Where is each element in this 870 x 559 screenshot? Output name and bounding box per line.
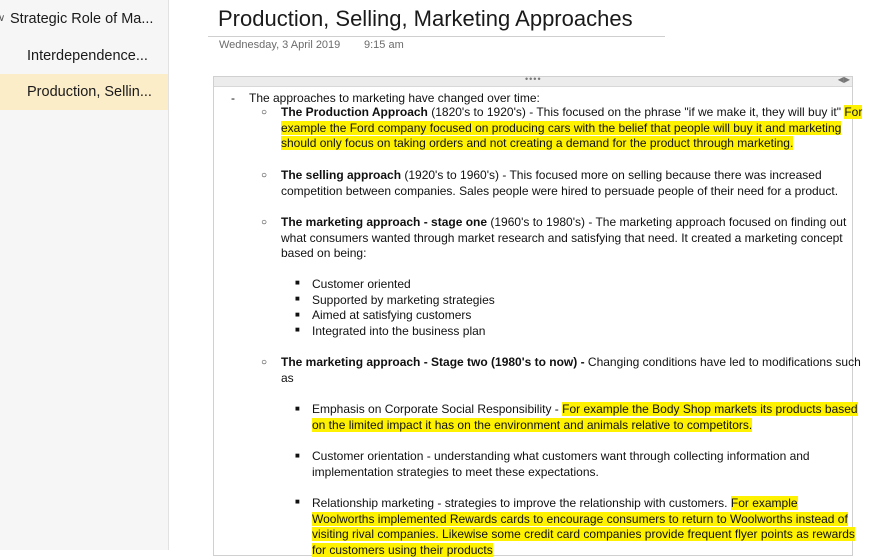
- csr-line-1: Emphasis on Corporate Social Responsibil…: [312, 402, 858, 418]
- relationship-line-1: Relationship marketing - strategies to i…: [312, 496, 798, 512]
- marketing2-heading: The marketing approach - Stage two (1980…: [281, 355, 585, 369]
- square-bullet: ■: [295, 497, 300, 506]
- list-item: Integrated into the business plan: [312, 324, 486, 338]
- circle-bullet: ○: [261, 170, 268, 181]
- production-line-3: should only focus on taking orders and n…: [281, 136, 794, 152]
- selling-line-2: competition between companies. Sales peo…: [281, 184, 839, 198]
- sidebar-item-label: Production, Sellin...: [27, 84, 152, 100]
- sidebar-item-strategic-role[interactable]: ∨ Strategic Role of Ma...: [0, 1, 168, 37]
- circle-bullet: ○: [261, 357, 268, 368]
- selling-line-1: The selling approach (1920's to 1960's) …: [281, 168, 822, 184]
- relationship-text: Relationship marketing - strategies to i…: [312, 496, 731, 510]
- relationship-line-3: visiting rival companies. Likewise some …: [312, 527, 855, 543]
- dash-bullet: -: [231, 91, 235, 105]
- orientation-line-2: implementation strategies to meet these …: [312, 465, 599, 479]
- page-list-sidebar: ∨ Strategic Role of Ma... Interdependenc…: [0, 0, 169, 550]
- sidebar-item-label: Interdependence...: [27, 48, 148, 64]
- csr-highlight: For example the Body Shop markets its pr…: [562, 402, 858, 416]
- relationship-highlight: For example: [730, 496, 798, 510]
- csr-line-2: on the limited impact it has on the envi…: [312, 418, 753, 434]
- marketing1-line-1: The marketing approach - stage one (1960…: [281, 215, 846, 231]
- relationship-line-2: Woolworths implemented Rewards cards to …: [312, 512, 848, 528]
- note-container-handle[interactable]: •••• ◀▶: [214, 74, 852, 87]
- resize-arrows-icon[interactable]: ◀▶: [838, 75, 850, 84]
- circle-bullet: ○: [261, 217, 268, 228]
- sidebar-item-production-selling[interactable]: Production, Sellin...: [0, 74, 168, 110]
- marketing1-line-2: what consumers wanted through market res…: [281, 231, 843, 245]
- drag-grip-icon[interactable]: ••••: [525, 74, 542, 84]
- relationship-line-4: for customers using their products: [312, 543, 493, 559]
- page-title[interactable]: Production, Selling, Marketing Approache…: [218, 6, 633, 32]
- page-date: Wednesday, 3 April 2019: [219, 39, 341, 51]
- square-bullet: ■: [295, 404, 300, 413]
- circle-bullet: ○: [261, 107, 268, 118]
- page-time: 9:15 am: [364, 39, 404, 51]
- sidebar-item-label: Strategic Role of Ma...: [10, 11, 154, 27]
- production-line-2: example the Ford company focused on prod…: [281, 121, 842, 137]
- orientation-line-1: Customer orientation - understanding wha…: [312, 449, 810, 463]
- square-bullet: ■: [295, 278, 300, 287]
- marketing1-line-3: based on being:: [281, 246, 367, 260]
- marketing2-line-1: The marketing approach - Stage two (1980…: [281, 355, 861, 371]
- square-bullet: ■: [295, 310, 300, 319]
- csr-text: Emphasis on Corporate Social Responsibil…: [312, 402, 563, 416]
- title-divider: [208, 36, 665, 37]
- marketing1-heading: The marketing approach - stage one: [281, 215, 488, 229]
- relationship-highlight: for customers using their products: [312, 543, 493, 557]
- square-bullet: ■: [295, 451, 300, 460]
- list-item: Customer oriented: [312, 277, 411, 291]
- square-bullet: ■: [295, 294, 300, 303]
- csr-highlight: on the limited impact it has on the envi…: [312, 418, 753, 432]
- production-highlight: For: [844, 105, 863, 119]
- chevron-down-icon[interactable]: ∨: [0, 1, 5, 37]
- marketing2-text: Changing conditions have led to modifica…: [584, 355, 861, 369]
- relationship-highlight: Woolworths implemented Rewards cards to …: [312, 512, 848, 526]
- square-bullet: ■: [295, 325, 300, 334]
- production-line-1: The Production Approach (1820's to 1920'…: [281, 105, 863, 121]
- relationship-highlight: visiting rival companies. Likewise some …: [312, 527, 855, 541]
- marketing2-line-2: as: [281, 371, 294, 385]
- production-highlight: should only focus on taking orders and n…: [281, 136, 794, 150]
- production-text: (1820's to 1920's) - This focused on the…: [427, 105, 845, 119]
- selling-heading: The selling approach: [281, 168, 402, 182]
- sidebar-item-interdependence[interactable]: Interdependence...: [0, 38, 168, 74]
- production-heading: The Production Approach: [281, 105, 428, 119]
- list-item: Supported by marketing strategies: [312, 293, 495, 307]
- list-item: Aimed at satisfying customers: [312, 308, 472, 322]
- production-highlight: example the Ford company focused on prod…: [281, 121, 842, 135]
- selling-text: (1920's to 1960's) - This focused more o…: [401, 168, 822, 182]
- marketing1-text: (1960's to 1980's) - The marketing appro…: [487, 215, 847, 229]
